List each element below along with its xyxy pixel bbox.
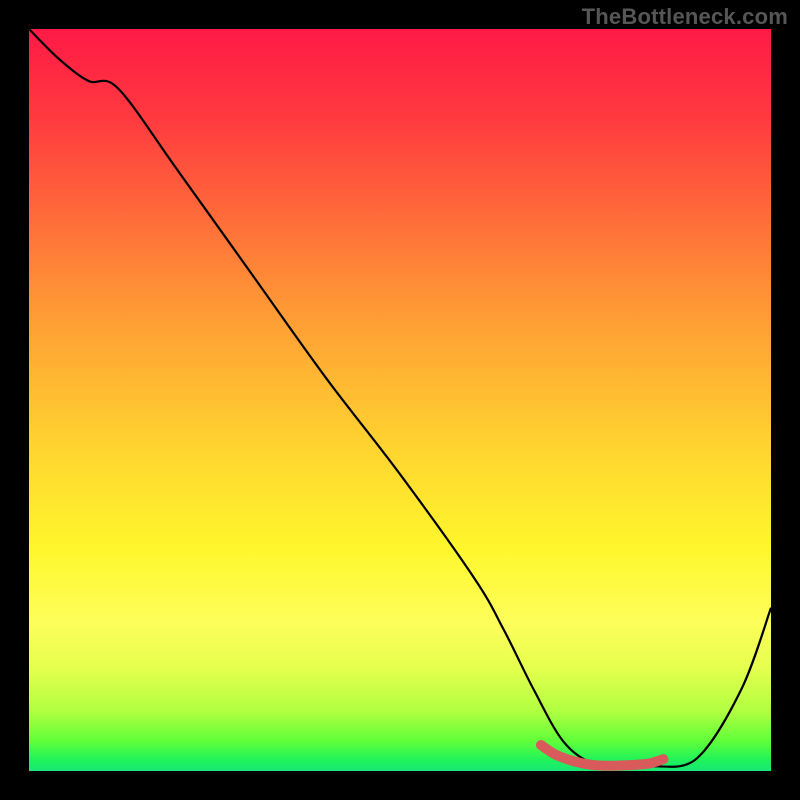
optimal-region-highlight (541, 745, 663, 766)
chart-frame: TheBottleneck.com (0, 0, 800, 800)
watermark-text: TheBottleneck.com (582, 4, 788, 30)
curve-svg (29, 29, 771, 771)
plot-area (29, 29, 771, 771)
bottleneck-curve (29, 29, 771, 767)
